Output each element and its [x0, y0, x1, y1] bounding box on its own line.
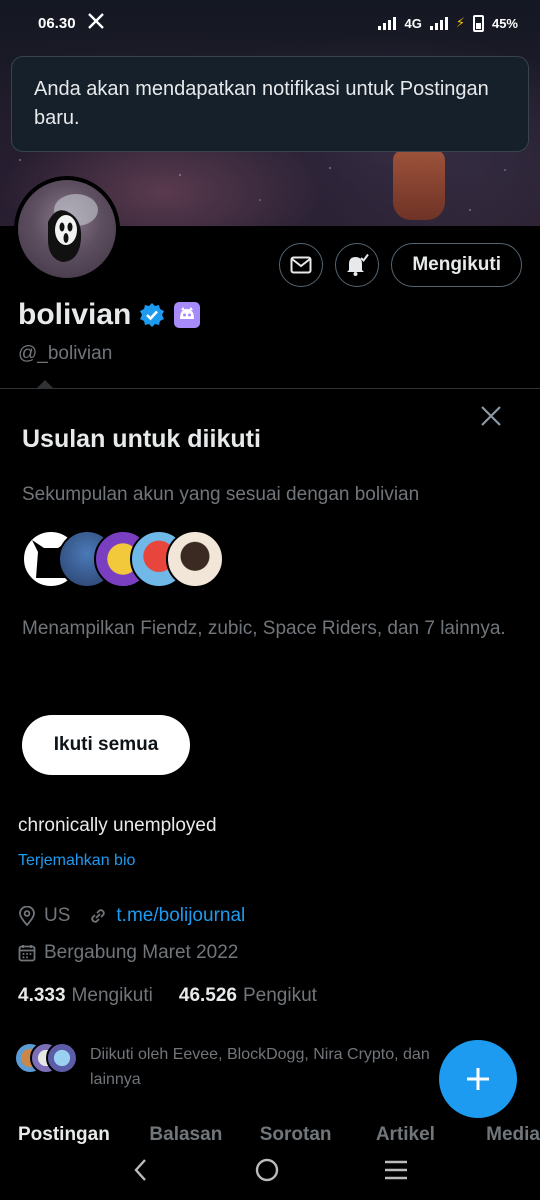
translate-bio-link[interactable]: Terjemahkan bio: [18, 852, 135, 870]
follow-counts: 4.333 Mengikuti 46.526 Pengikut: [18, 985, 317, 1007]
location-link-row: US t.me/bolijournal: [18, 905, 245, 927]
suggestions-subtitle: Sekumpulan akun yang sesuai dengan boliv…: [22, 484, 420, 505]
status-time: 06.30: [38, 14, 76, 32]
suggested-avatars[interactable]: [22, 530, 224, 588]
system-nav-bar: [0, 1144, 540, 1200]
verified-badge-icon[interactable]: [139, 302, 165, 328]
recents-button[interactable]: [383, 1159, 409, 1186]
profile-avatar[interactable]: [14, 176, 120, 282]
followers-label: Pengikut: [243, 985, 317, 1006]
following-button[interactable]: Mengikuti: [391, 243, 522, 287]
plus-icon: [467, 1068, 489, 1090]
signal-2-icon: [429, 16, 448, 30]
follow-all-button[interactable]: Ikuti semua: [22, 715, 190, 775]
signal-icon: [378, 16, 397, 30]
followed-by-text: Diikuti oleh Eevee, BlockDogg, Nira Cryp…: [90, 1046, 430, 1088]
location-pin-icon: [19, 906, 35, 926]
profile-bio: chronically unemployed: [18, 815, 217, 836]
bell-check-icon: [347, 253, 370, 276]
suggestions-title: Usulan untuk diikuti: [22, 425, 261, 453]
profile-handle: @_bolivian: [18, 343, 113, 364]
battery-level: 45%: [491, 15, 518, 31]
profile-website-link[interactable]: t.me/bolijournal: [116, 905, 245, 927]
followed-by-avatars: [14, 1042, 80, 1076]
following-label: Mengikuti: [71, 985, 153, 1006]
suggested-avatar: [166, 530, 224, 588]
joined-row: Bergabung Maret 2022: [18, 942, 238, 964]
menu-lines-icon: [384, 1160, 407, 1179]
notification-toast[interactable]: Anda akan mendapatkan notifikasi untuk P…: [11, 56, 529, 152]
suggestions-description: Menampilkan Fiendz, zubic, Space Riders,…: [22, 618, 506, 639]
joined-date: Bergabung Maret 2022: [44, 942, 239, 963]
envelope-icon: [290, 256, 312, 274]
ghostface-icon: [48, 194, 98, 262]
message-button[interactable]: [279, 243, 324, 287]
link-icon: [91, 909, 106, 923]
toast-message: Anda akan mendapatkan notifikasi untuk P…: [34, 78, 489, 129]
back-chevron-icon: [134, 1158, 147, 1181]
close-icon: [481, 406, 501, 426]
compose-post-button[interactable]: [439, 1040, 517, 1118]
followed-by-row[interactable]: Diikuti oleh Eevee, BlockDogg, Nira Cryp…: [14, 1042, 450, 1092]
divider-pointer: [36, 380, 54, 389]
followers-count-link[interactable]: 46.526 Pengikut: [179, 985, 317, 1007]
followers-count: 46.526: [178, 985, 237, 1006]
profile-location: US: [44, 905, 71, 926]
banner-figure: [393, 150, 445, 220]
x-logo-icon: [87, 13, 104, 33]
battery-icon: [472, 14, 484, 32]
charging-icon: ⚡: [455, 15, 465, 30]
following-count: 4.333: [18, 985, 66, 1006]
calendar-icon: [18, 945, 36, 962]
close-suggestions-button[interactable]: [478, 403, 504, 429]
status-bar: 06.30 4G ⚡ 45%: [0, 0, 540, 46]
back-button[interactable]: [131, 1157, 151, 1188]
home-circle-icon: [255, 1158, 279, 1181]
network-type: 4G: [404, 15, 422, 31]
name-row: bolivian: [18, 298, 201, 332]
notifications-button[interactable]: [335, 243, 380, 287]
home-button[interactable]: [254, 1157, 280, 1188]
profile-actions: Mengikuti: [279, 243, 522, 287]
display-name: bolivian: [18, 298, 132, 331]
following-count-link[interactable]: 4.333 Mengikuti: [18, 985, 153, 1007]
follower-avatar: [46, 1042, 78, 1074]
affiliate-badge-icon[interactable]: [173, 301, 201, 329]
section-divider: [0, 388, 540, 389]
